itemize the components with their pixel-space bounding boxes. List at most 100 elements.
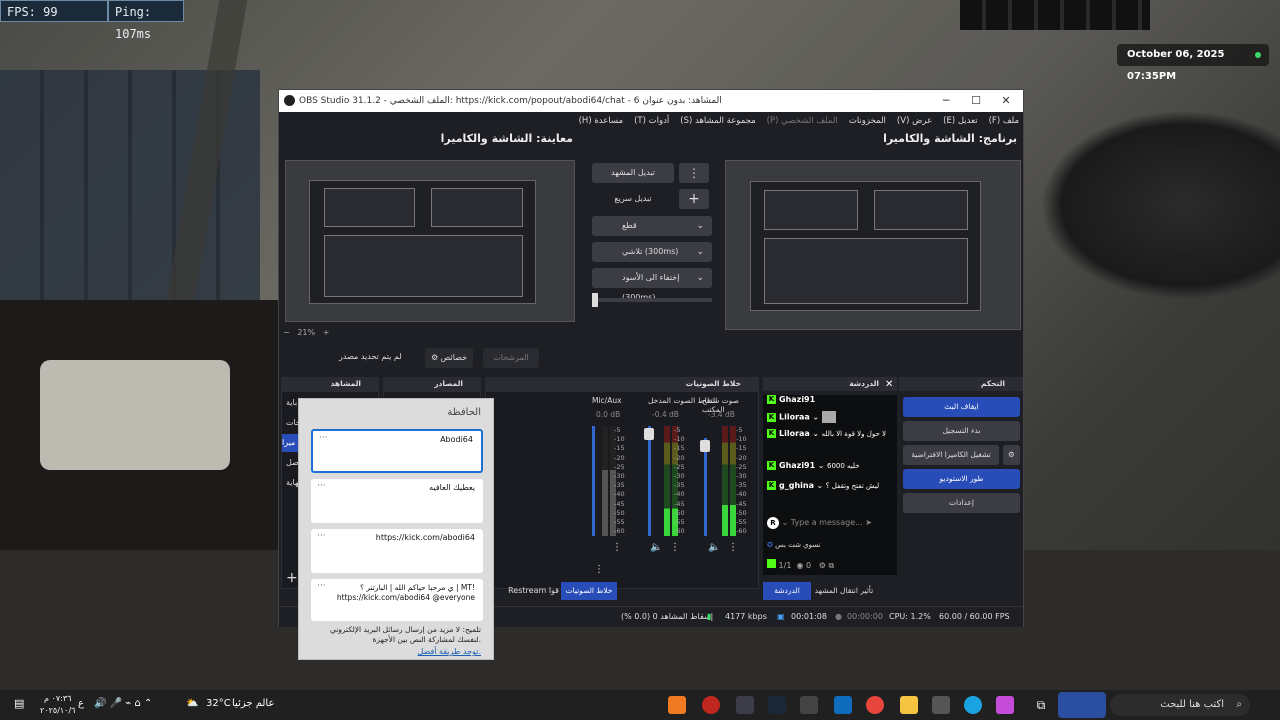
- more-options-icon[interactable]: ···: [317, 581, 326, 591]
- maximize-button[interactable]: ☐: [961, 90, 991, 112]
- app-icon[interactable]: [932, 696, 950, 714]
- more-options-icon[interactable]: ···: [317, 481, 326, 491]
- app-icon[interactable]: [800, 696, 818, 714]
- chevron-down-icon: ⌄: [696, 273, 704, 283]
- controls-dock-header[interactable]: التحكم: [899, 377, 1023, 391]
- transition-slider-handle[interactable]: [592, 293, 598, 307]
- clipboard-history-popup[interactable]: الحافظة ··· Abodi64 ··· يعطيك العافيه ··· h…: [298, 398, 494, 660]
- menu-docks[interactable]: المخزونات: [849, 112, 886, 130]
- clipboard-item[interactable]: ··· ي مرحبا حياكم الله | البارتنر ؟ | MT!…: [311, 579, 483, 621]
- fade-black-transition-dropdown[interactable]: إختفاء الى الأسود (300ms)⌄: [592, 268, 712, 302]
- start-virtual-camera-button[interactable]: تشغيل الكاميرا الافتراضية: [903, 445, 999, 465]
- cut-transition-dropdown[interactable]: قطع ⌄: [592, 216, 712, 236]
- clipboard-item[interactable]: ··· Abodi64: [311, 429, 483, 473]
- steam-icon[interactable]: [768, 696, 786, 714]
- language-indicator[interactable]: ع: [78, 698, 84, 709]
- filters-button[interactable]: المرشحات: [483, 348, 539, 368]
- menu-edit[interactable]: تعديل (E): [943, 112, 977, 130]
- speaker-icon[interactable]: 🔈: [708, 542, 720, 553]
- filters-label: المرشحات: [493, 353, 529, 362]
- chevron-down-icon: ⌄: [696, 247, 704, 257]
- menu-help[interactable]: مساعدة (H): [579, 112, 623, 130]
- copilot-icon[interactable]: [996, 696, 1014, 714]
- transition-menu-icon[interactable]: ⋮: [679, 163, 709, 183]
- volume-fader[interactable]: [592, 426, 595, 536]
- preview-canvas[interactable]: [285, 160, 575, 322]
- more-options-icon[interactable]: ⋮: [728, 542, 738, 553]
- more-options-icon[interactable]: ⋮: [670, 542, 680, 553]
- chrome-icon[interactable]: [866, 696, 884, 714]
- settings-button[interactable]: إعدادات: [903, 493, 1020, 513]
- scene-transition-button[interactable]: تبديل المشهد: [592, 163, 674, 183]
- widget-image[interactable]: [1058, 692, 1106, 718]
- clipboard-better-way-link[interactable]: توجد طريقة أفضل.: [417, 647, 481, 656]
- add-quick-transition-icon[interactable]: +: [679, 189, 709, 209]
- minimize-button[interactable]: ─: [931, 90, 961, 112]
- stop-streaming-button[interactable]: ايقاف البث: [903, 397, 1020, 417]
- clipboard-item[interactable]: ··· يعطيك العافيه: [311, 479, 483, 523]
- taskbar-search[interactable]: اكتب هنا للبحث ⌕: [1110, 694, 1250, 716]
- menu-view[interactable]: عرض (V): [897, 112, 932, 130]
- more-options-icon[interactable]: ···: [319, 433, 328, 443]
- preview-nested-capture: [309, 180, 536, 304]
- menu-scene-collection[interactable]: مجموعة المشاهد (S): [680, 112, 755, 130]
- menu-file[interactable]: ملف (F): [989, 112, 1019, 130]
- mixer-db-value: -3.4 dB: [708, 410, 735, 419]
- kick-badge-icon: K: [767, 481, 776, 490]
- zoom-in-icon[interactable]: +: [323, 328, 330, 337]
- chat-input[interactable]: R ⌄ Type a message... ➤: [767, 515, 893, 531]
- close-chat-icon[interactable]: ✕: [885, 379, 893, 390]
- tab-scene-transitions[interactable]: تأثير انتقال المشهد: [813, 582, 875, 600]
- stream-icon: ▣: [777, 612, 785, 621]
- properties-button[interactable]: ⚙ خصائص: [425, 348, 473, 368]
- clock-time: ٠٧:٣٦ م: [44, 694, 72, 703]
- transition-slider-track[interactable]: [592, 298, 712, 302]
- menu-tools[interactable]: أدوات (T): [634, 112, 669, 130]
- program-canvas[interactable]: [725, 160, 1021, 330]
- audio-mixer: Mic/Aux التقاط الصوت المدخل صوت سطح المك…: [485, 391, 759, 589]
- volume-fader-handle[interactable]: [700, 440, 710, 452]
- close-window-button[interactable]: ✕: [991, 90, 1021, 112]
- studio-mode-button[interactable]: طور الاستوديو: [903, 469, 1020, 489]
- live-dot-icon: [1255, 52, 1261, 58]
- app-icon: ✪: [767, 541, 773, 549]
- obs-titlebar[interactable]: OBS Studio 31.1.2 - الملف الشخصي: https:…: [279, 90, 1023, 112]
- volume-fader-handle[interactable]: [644, 428, 654, 440]
- tab-audio-mixer[interactable]: خلاط الصوتيات: [561, 582, 617, 600]
- fade-transition-dropdown[interactable]: تلاشي (300ms) ⌄: [592, 242, 712, 262]
- scenes-dock-header[interactable]: المشاهد: [281, 377, 379, 391]
- app-icon[interactable]: [702, 696, 720, 714]
- zoom-out-icon[interactable]: −: [283, 328, 290, 337]
- file-explorer-icon[interactable]: [900, 696, 918, 714]
- tab-restream[interactable]: Restream قوا: [485, 582, 559, 600]
- mixer-menu-icon[interactable]: ⋮: [594, 564, 604, 575]
- volume-fader[interactable]: [648, 426, 651, 536]
- virtual-camera-settings-icon[interactable]: ⚙: [1003, 445, 1020, 465]
- weather-icon[interactable]: ⛅: [186, 698, 198, 709]
- more-options-icon[interactable]: ⋮: [612, 542, 622, 553]
- menu-profile[interactable]: الملف الشخصي (P): [767, 112, 838, 130]
- speaker-icon[interactable]: 🔈: [650, 542, 662, 553]
- properties-label: خصائص: [440, 353, 468, 362]
- chat-bottom-row: ✪ نسوي شت بس: [767, 541, 821, 549]
- clock[interactable]: ٠٧:٣٦ م ٢٠٢٥/١٠/٦: [40, 693, 75, 717]
- clipboard-item[interactable]: ··· https://kick.com/abodi64: [311, 529, 483, 573]
- chat-dock-header[interactable]: الدردشة: [763, 377, 897, 391]
- volume-fader[interactable]: [704, 438, 707, 536]
- notifications-icon[interactable]: ▤: [14, 697, 24, 710]
- scene-item[interactable]: باية: [286, 398, 297, 407]
- sources-dock-header[interactable]: المصادر: [383, 377, 481, 391]
- outlook-icon[interactable]: [834, 696, 852, 714]
- system-tray-icons[interactable]: 🔊 🎤 ⌁ ⌂ ⌃: [94, 698, 152, 709]
- start-recording-button[interactable]: بدء التسجيل: [903, 421, 1020, 441]
- mixer-dock-header[interactable]: خلاط الصوتيات: [485, 377, 759, 391]
- add-scene-icon[interactable]: +: [286, 570, 298, 586]
- ping-counter: Ping: 107ms: [108, 0, 184, 41]
- more-options-icon[interactable]: ···: [317, 531, 326, 541]
- app-icon[interactable]: [668, 696, 686, 714]
- tab-chat[interactable]: الدردشة: [763, 582, 811, 600]
- task-view-icon[interactable]: ⧉: [1032, 696, 1050, 714]
- edge-icon[interactable]: [964, 696, 982, 714]
- scene-item[interactable]: صل: [286, 458, 299, 467]
- obs-taskbar-icon[interactable]: [736, 696, 754, 714]
